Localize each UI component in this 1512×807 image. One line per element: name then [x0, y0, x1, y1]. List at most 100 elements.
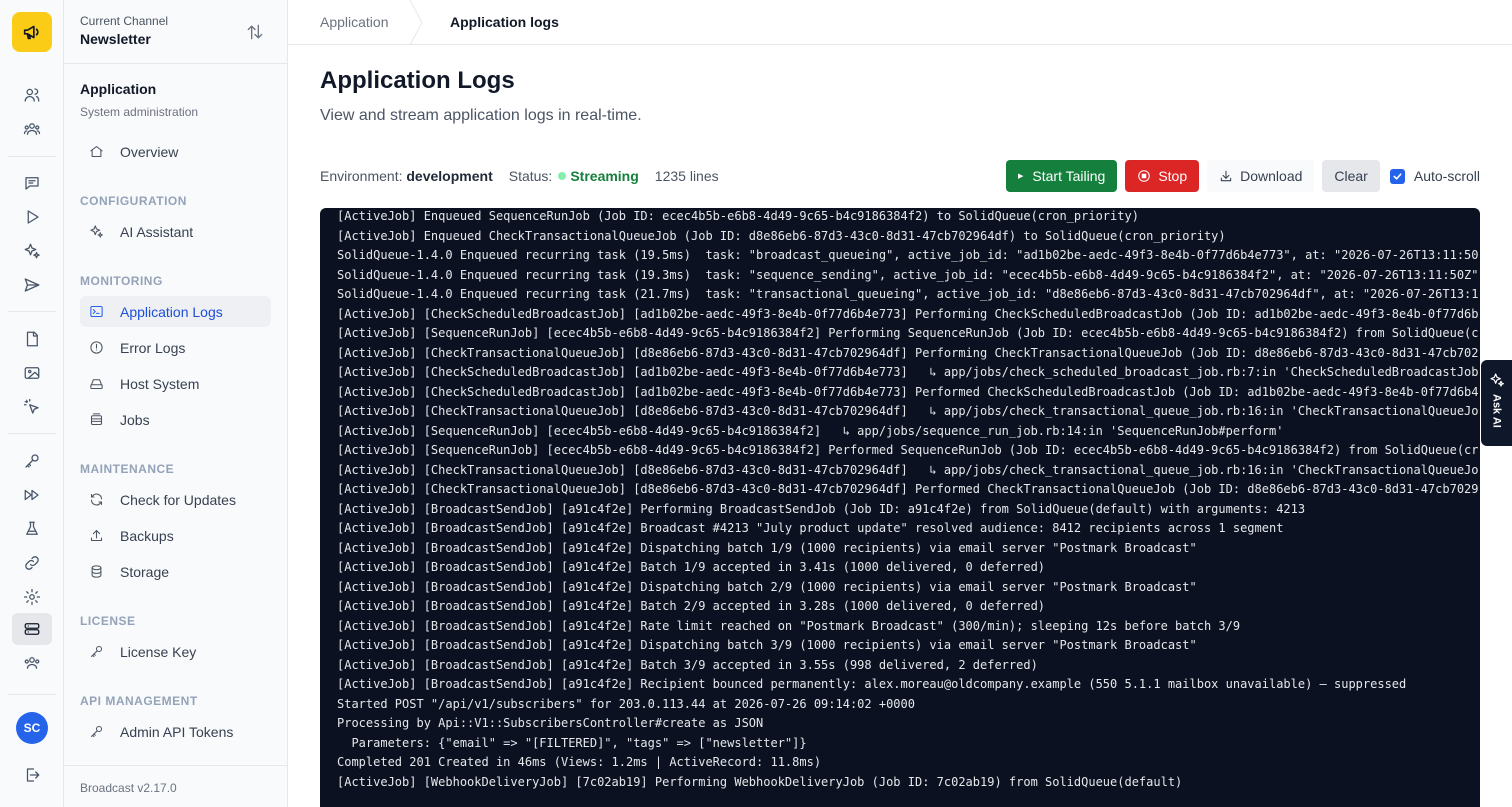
sidebar-item-backups[interactable]: Backups — [80, 520, 271, 551]
refresh-icon — [88, 492, 104, 508]
sidebar-item-jobs[interactable]: Jobs — [80, 404, 271, 435]
log-line: SolidQueue-1.4.0 Enqueued recurring task… — [337, 287, 1479, 301]
sidebar-item-label: Check for Updates — [120, 491, 236, 508]
group-label-configuration: CONFIGURATION — [80, 194, 187, 208]
group-label-maintenance: MAINTENANCE — [80, 462, 175, 476]
keys-icon[interactable] — [20, 449, 44, 473]
sidebar-item-error-logs[interactable]: Error Logs — [80, 332, 271, 363]
sidebar-item-ai-assistant[interactable]: AI Assistant — [80, 216, 271, 247]
team-icon[interactable] — [20, 651, 44, 675]
log-line: [ActiveJob] Enqueued SequenceRunJob (Job… — [337, 209, 1139, 223]
subscribers-icon[interactable] — [20, 83, 44, 107]
sidebar-item-application-logs[interactable]: Application Logs — [80, 296, 271, 327]
autoscroll-toggle[interactable]: Auto-scroll — [1389, 168, 1480, 184]
sidebar-item-host-system[interactable]: Host System — [80, 368, 271, 399]
breadcrumb-parent-link[interactable]: Application — [320, 14, 389, 30]
sequences-play-icon[interactable] — [20, 205, 44, 229]
segments-icon[interactable] — [20, 117, 44, 141]
sidebar-item-label: Overview — [120, 143, 179, 160]
clear-button[interactable]: Clear — [1322, 160, 1380, 192]
application-server-icon[interactable] — [20, 617, 44, 641]
play-icon: ▶ — [1018, 173, 1024, 180]
sidebar-item-label: Error Logs — [120, 339, 186, 356]
rail-divider — [8, 433, 56, 434]
sparkles-icon — [88, 224, 104, 240]
group-label-api-management: API MANAGEMENT — [80, 694, 198, 708]
stack-icon — [88, 412, 104, 428]
breadcrumb-separator-icon — [410, 0, 422, 45]
checkmark-icon — [1393, 172, 1402, 180]
sidebar-item-overview[interactable]: Overview — [80, 136, 271, 167]
sidebar-item-label: Host System — [120, 375, 200, 392]
download-button[interactable]: Download — [1207, 160, 1315, 192]
channel-switcher[interactable]: Current Channel Newsletter — [64, 0, 287, 64]
autoscroll-checkbox[interactable] — [1389, 168, 1405, 184]
log-line: Started POST "/api/v1/subscribers" for 2… — [337, 696, 915, 711]
group-label-license: LICENSE — [80, 614, 136, 628]
log-line: [ActiveJob] [WebhookDeliveryJob] [7c02ab… — [337, 774, 1183, 789]
log-line: [ActiveJob] [BroadcastSendJob] [a91c4f2e… — [337, 579, 1197, 594]
automation-forward-icon[interactable] — [20, 483, 44, 507]
main-content: Application Application logs Application… — [288, 0, 1512, 807]
templates-file-icon[interactable] — [20, 327, 44, 351]
autoscroll-label: Auto-scroll — [1413, 168, 1480, 184]
images-icon[interactable] — [20, 361, 44, 385]
sidebar-item-label: AI Assistant — [120, 223, 194, 240]
rail-divider — [8, 156, 56, 157]
sidebar-item-label: Application Logs — [120, 303, 223, 320]
messages-icon[interactable] — [20, 171, 44, 195]
status-dot-icon — [558, 172, 567, 180]
log-line: [ActiveJob] [CheckTransactionalQueueJob]… — [337, 462, 1479, 477]
start-tailing-button[interactable]: ▶ Start Tailing — [1006, 160, 1118, 192]
sidebar-item-admin-api-tokens[interactable]: Admin API Tokens — [80, 716, 271, 747]
log-line: [ActiveJob] [BroadcastSendJob] [a91c4f2e… — [337, 638, 1197, 652]
link-icon[interactable] — [20, 551, 44, 575]
log-line: [ActiveJob] [BroadcastSendJob] [a91c4f2e… — [337, 501, 1306, 516]
lab-flask-icon[interactable] — [20, 517, 44, 541]
sidebar-item-label: Jobs — [120, 411, 150, 428]
log-line: SolidQueue-1.4.0 Enqueued recurring task… — [337, 248, 1479, 262]
log-line: [ActiveJob] [BroadcastSendJob] [a91c4f2e… — [337, 677, 1407, 691]
megaphone-logo-icon[interactable] — [12, 12, 52, 52]
tracking-click-icon[interactable] — [20, 395, 44, 419]
settings-gear-icon[interactable] — [20, 585, 44, 609]
stop-button[interactable]: Stop — [1125, 160, 1200, 192]
rail-divider — [8, 694, 56, 695]
sidebar-item-check-updates[interactable]: Check for Updates — [80, 484, 271, 515]
upload-icon — [88, 528, 104, 544]
icon-rail: SC — [0, 0, 64, 807]
ask-ai-tab[interactable]: Ask AI — [1481, 360, 1512, 446]
page-subtitle: View and stream application logs in real… — [320, 107, 642, 124]
line-count: 1235 lines — [654, 168, 719, 184]
broadcast-send-icon[interactable] — [20, 273, 44, 297]
user-avatar[interactable]: SC — [16, 712, 48, 744]
ask-ai-label: Ask AI — [1490, 394, 1503, 428]
swap-arrows-icon[interactable] — [245, 22, 265, 42]
logout-icon[interactable] — [20, 763, 44, 787]
log-line: [ActiveJob] [SequenceRunJob] [ecec4b5b-e… — [337, 443, 1479, 457]
log-line: [ActiveJob] [CheckTransactionalQueueJob]… — [337, 404, 1479, 418]
environment-label: Environment: — [320, 168, 403, 184]
sidebar-item-license-key[interactable]: License Key — [80, 636, 271, 667]
sidebar: Current Channel Newsletter Application S… — [64, 0, 288, 807]
status-label: Status: — [508, 168, 553, 184]
page-title: Application Logs — [320, 67, 515, 94]
log-output[interactable]: [ActiveJob] Enqueued SequenceRunJob (Job… — [320, 208, 1480, 807]
server-icon — [88, 376, 104, 392]
log-line: [ActiveJob] [BroadcastSendJob] [a91c4f2e… — [337, 521, 1284, 535]
log-line: [ActiveJob] Enqueued CheckTransactionalQ… — [337, 228, 1226, 243]
sidebar-item-label: Backups — [120, 527, 174, 544]
home-icon — [88, 144, 104, 160]
group-label-monitoring: MONITORING — [80, 274, 163, 288]
download-label: Download — [1240, 168, 1303, 184]
sidebar-item-label: Admin API Tokens — [120, 723, 234, 740]
terminal-icon — [88, 304, 104, 320]
log-line: Parameters: {"email" => "[FILTERED]", "t… — [337, 735, 807, 750]
ai-sparkles-icon[interactable] — [20, 239, 44, 263]
sidebar-item-storage[interactable]: Storage — [80, 556, 271, 587]
alert-circle-icon — [88, 340, 104, 356]
environment-value: development — [406, 168, 493, 184]
log-lines: [ActiveJob] Enqueued SequenceRunJob (Job… — [337, 208, 1479, 792]
log-line: [ActiveJob] [BroadcastSendJob] [a91c4f2e… — [337, 560, 1046, 574]
sidebar-item-label: Storage — [120, 563, 170, 580]
